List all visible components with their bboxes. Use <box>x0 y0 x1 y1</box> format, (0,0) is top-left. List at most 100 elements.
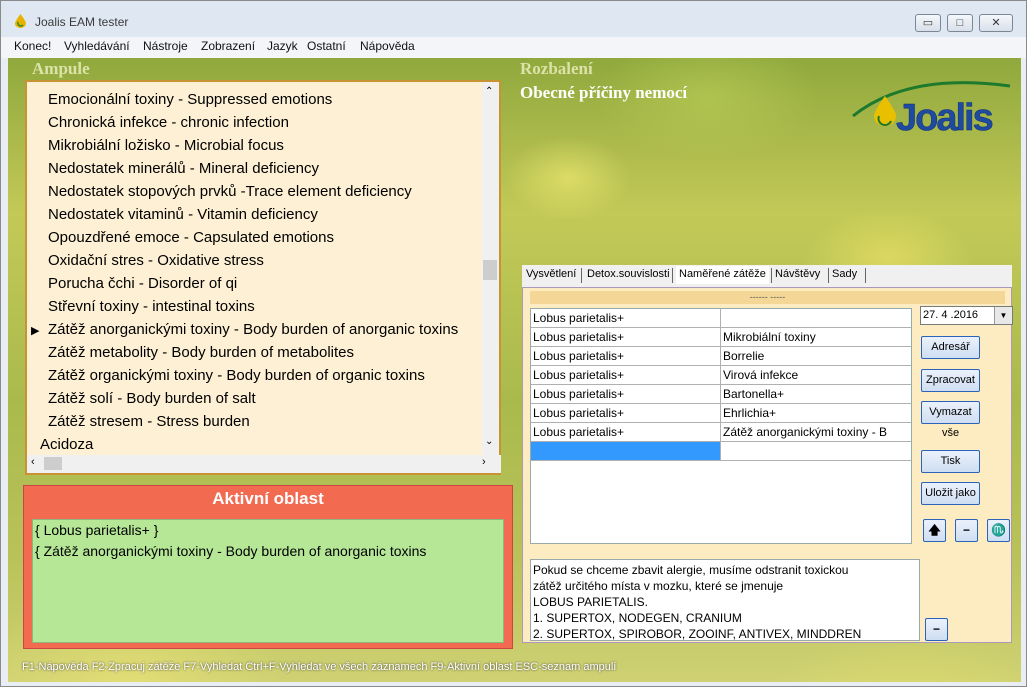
list-item[interactable]: Nedostatek minerálů - Mineral deficiency <box>48 160 319 177</box>
hscroll-thumb[interactable] <box>44 457 62 470</box>
date-value: 27. 4 .2016 <box>923 309 979 321</box>
grid-divider <box>720 385 721 404</box>
grid-cell[interactable]: Lobus parietalis+ <box>533 330 624 344</box>
scroll-thumb[interactable] <box>483 260 497 280</box>
grid-cell[interactable]: Zátěž anorganickými toxiny - B <box>723 425 909 439</box>
grid-cell[interactable]: Ehrlichia+ <box>723 406 909 420</box>
vymazat-vse-button[interactable]: Vymazat vše <box>921 401 980 439</box>
date-picker[interactable]: 27. 4 .2016 ▼ <box>920 306 1013 325</box>
menu-ostatni[interactable]: Ostatní <box>307 39 346 53</box>
info-line: zátěž určitého místa v mozku, které se j… <box>533 579 784 593</box>
dash-bar: ------ ----- <box>530 291 1005 304</box>
list-item[interactable]: Nedostatek vitaminů - Vitamin deficiency <box>48 206 318 223</box>
table-row[interactable]: Lobus parietalis+ Bartonella+ <box>531 385 911 404</box>
table-row[interactable]: Lobus parietalis+ Virová infekce <box>531 366 911 385</box>
menu-vyhledavani[interactable]: Vyhledávání <box>64 39 130 53</box>
logo-text: Joalis <box>896 97 993 138</box>
joalis-drop-icon <box>15 14 26 28</box>
grid-cell[interactable]: Lobus parietalis+ <box>533 368 624 382</box>
tab-sady[interactable]: Sady <box>832 268 857 280</box>
list-item[interactable]: Acidoza <box>40 436 93 453</box>
grid-cell[interactable]: Borrelie <box>723 349 909 363</box>
tab-separator <box>865 268 866 283</box>
scroll-down-icon[interactable]: ⌄ <box>485 436 493 447</box>
grid-cell[interactable]: Lobus parietalis+ <box>533 425 624 439</box>
grid-cell[interactable]: Virová infekce <box>723 368 909 382</box>
maximize-button[interactable]: □ <box>947 14 973 32</box>
list-item[interactable]: Zátěž anorganickými toxiny - Body burden… <box>48 321 458 338</box>
active-area-text[interactable]: { Lobus parietalis+ } { Zátěž anorganick… <box>32 519 504 643</box>
vertical-scrollbar[interactable]: ⌃ ⌄ <box>482 82 499 455</box>
tab-navstevy[interactable]: Návštěvy <box>775 268 820 280</box>
menu-jazyk[interactable]: Jazyk <box>267 39 298 53</box>
list-item[interactable]: Nedostatek stopových prvků -Trace elemen… <box>48 183 412 200</box>
info-line: 1. SUPERTOX, NODEGEN, CRANIUM <box>533 611 742 625</box>
info-line: Pokud se chceme zbavit alergie, musíme o… <box>533 563 849 577</box>
table-row[interactable]: Lobus parietalis+ Zátěž anorganickými to… <box>531 423 911 442</box>
menu-napoveda[interactable]: Nápověda <box>360 39 415 53</box>
burdens-grid[interactable]: Lobus parietalis+ Lobus parietalis+ Mikro… <box>530 308 912 544</box>
ampule-listbox[interactable]: Emocionální toxiny - Suppressed emotions… <box>25 80 501 475</box>
list-item[interactable]: Oxidační stres - Oxidative stress <box>48 252 264 269</box>
table-row-selected[interactable] <box>531 442 911 461</box>
menu-bar: Konec! Vyhledávání Nástroje Zobrazení Ja… <box>1 37 1026 58</box>
current-item-arrow-icon: ▶ <box>31 325 40 337</box>
scroll-right-icon[interactable]: › <box>482 456 486 468</box>
grid-cell[interactable]: Lobus parietalis+ <box>533 387 624 401</box>
horizontal-scrollbar[interactable]: ‹ › <box>27 455 501 473</box>
info-line: LOBUS PARIETALIS. <box>533 595 648 609</box>
grid-cell[interactable]: Bartonella+ <box>723 387 909 401</box>
grid-divider <box>720 404 721 423</box>
tab-separator <box>581 268 582 283</box>
grid-divider <box>720 442 721 461</box>
tab-separator <box>828 268 829 283</box>
ampule-title: Ampule <box>32 59 90 78</box>
list-item[interactable]: Zátěž stresem - Stress burden <box>48 413 250 430</box>
scroll-up-icon[interactable]: ⌃ <box>485 86 493 97</box>
table-row[interactable]: Lobus parietalis+ Ehrlichia+ <box>531 404 911 423</box>
main-area: Ampule Emocionální toxiny - Suppressed e… <box>8 58 1021 682</box>
grid-cell[interactable]: Lobus parietalis+ <box>533 311 624 325</box>
list-item[interactable]: Střevní toxiny - intestinal toxins <box>48 298 255 315</box>
list-item[interactable]: Emocionální toxiny - Suppressed emotions <box>48 91 332 108</box>
selected-cell[interactable] <box>531 442 720 460</box>
minimize-button[interactable]: ▭ <box>915 14 941 32</box>
info-line: 2. SUPERTOX, SPIROBOR, ZOOINF, ANTIVEX, … <box>533 627 862 641</box>
tab-namerene-zateze[interactable]: Naměřené zátěže <box>676 266 769 284</box>
grid-divider <box>720 309 721 328</box>
menu-nastroje[interactable]: Nástroje <box>143 39 188 53</box>
grid-divider <box>720 366 721 385</box>
tab-detox[interactable]: Detox.souvislosti <box>587 268 670 280</box>
info-minus-button[interactable]: − <box>925 618 948 641</box>
tisk-button[interactable]: Tisk <box>921 450 980 473</box>
list-item[interactable]: Opouzdřené emoce - Capsulated emotions <box>48 229 334 246</box>
info-text[interactable]: Pokud se chceme zbavit alergie, musíme o… <box>530 559 920 641</box>
scroll-left-icon[interactable]: ‹ <box>31 456 35 468</box>
zpracovat-button[interactable]: Zpracovat <box>921 369 980 392</box>
grid-divider <box>720 328 721 347</box>
list-item[interactable]: Zátěž organickými toxiny - Body burden o… <box>48 367 425 384</box>
table-row[interactable]: Lobus parietalis+ Mikrobiální toxiny <box>531 328 911 347</box>
close-button[interactable]: ✕ <box>979 14 1013 32</box>
tab-vysvetleni[interactable]: Vysvětlení <box>526 268 576 280</box>
category-subtitle: Obecné příčiny nemocí <box>520 83 688 102</box>
grid-cell[interactable]: Lobus parietalis+ <box>533 406 624 420</box>
list-item[interactable]: Porucha čchi - Disorder of qi <box>48 275 237 292</box>
adresar-button[interactable]: Adresář <box>921 336 980 359</box>
ulozit-jako-button[interactable]: Uložit jako <box>921 482 980 505</box>
minus-button[interactable]: − <box>955 519 978 542</box>
active-area-title: Aktivní oblast <box>212 489 324 508</box>
menu-konec[interactable]: Konec! <box>14 39 51 53</box>
grid-cell[interactable]: Lobus parietalis+ <box>533 349 624 363</box>
list-item[interactable]: Zátěž solí - Body burden of salt <box>48 390 256 407</box>
list-item[interactable]: Zátěž metabolity - Body burden of metabo… <box>48 344 354 361</box>
list-item[interactable]: Chronická infekce - chronic infection <box>48 114 289 131</box>
up-arrow-button[interactable]: 🡅 <box>923 519 946 542</box>
grid-cell[interactable]: Mikrobiální toxiny <box>723 330 909 344</box>
symbol-button[interactable]: ♏ <box>987 519 1010 542</box>
table-row[interactable]: Lobus parietalis+ <box>531 309 911 328</box>
dropdown-arrow-icon[interactable]: ▼ <box>994 307 1012 324</box>
list-item[interactable]: Mikrobiální ložisko - Microbial focus <box>48 137 284 154</box>
menu-zobrazeni[interactable]: Zobrazení <box>201 39 255 53</box>
table-row[interactable]: Lobus parietalis+ Borrelie <box>531 347 911 366</box>
